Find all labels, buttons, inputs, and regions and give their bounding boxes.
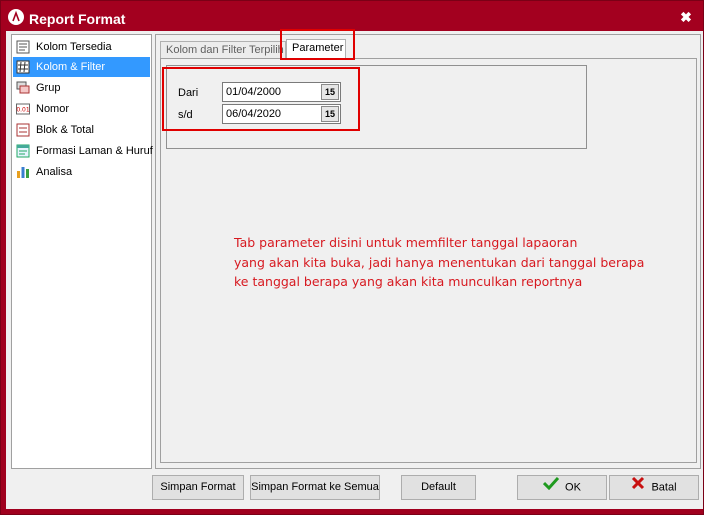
cross-icon bbox=[631, 476, 645, 499]
sidebar-item-formasi-laman[interactable]: Formasi Laman & Huruf bbox=[13, 141, 153, 161]
annotation-note: Tab parameter disini untuk memfilter tan… bbox=[234, 233, 674, 292]
ok-button[interactable]: OK bbox=[517, 475, 607, 500]
title-bar[interactable]: Report Format ✖ bbox=[1, 1, 703, 31]
sidebar-item-label: Formasi Laman & Huruf bbox=[36, 145, 153, 157]
save-format-button[interactable]: Simpan Format bbox=[152, 475, 244, 500]
sidebar-item-label: Grup bbox=[36, 82, 61, 94]
sidebar-item-kolom-filter[interactable]: Kolom & Filter bbox=[13, 57, 150, 77]
number-icon: 0.01 bbox=[16, 102, 30, 116]
svg-text:0.01: 0.01 bbox=[16, 107, 30, 114]
group-icon bbox=[16, 81, 30, 95]
sidebar-item-grup[interactable]: Grup bbox=[13, 78, 150, 98]
close-icon[interactable]: ✖ bbox=[677, 8, 695, 26]
ok-label: OK bbox=[565, 481, 581, 494]
sidebar: Kolom Tersedia Kolom & Filter Grup 0.01 … bbox=[11, 34, 153, 469]
sidebar-item-label: Kolom & Filter bbox=[36, 61, 106, 73]
cancel-label: Batal bbox=[651, 481, 677, 494]
sidebar-item-nomor[interactable]: 0.01 Nomor bbox=[13, 99, 150, 119]
block-total-icon bbox=[16, 123, 30, 137]
app-logo-icon bbox=[8, 9, 24, 25]
sidebar-item-label: Nomor bbox=[36, 103, 70, 115]
default-button[interactable]: Default bbox=[401, 475, 476, 500]
save-format-all-button[interactable]: Simpan Format ke Semua bbox=[250, 475, 380, 500]
annotation-line: ke tanggal berapa yang akan kita munculk… bbox=[234, 274, 583, 289]
date-range-highlight bbox=[162, 67, 360, 131]
checkmark-icon bbox=[542, 476, 560, 499]
sidebar-item-blok-total[interactable]: Blok & Total bbox=[13, 120, 150, 140]
sidebar-item-kolom-tersedia[interactable]: Kolom Tersedia bbox=[13, 37, 150, 57]
sidebar-item-label: Analisa bbox=[36, 166, 73, 178]
sidebar-item-label: Kolom Tersedia bbox=[36, 41, 112, 53]
page-format-icon bbox=[16, 144, 30, 158]
cancel-button[interactable]: Batal bbox=[609, 475, 699, 500]
window-title: Report Format bbox=[29, 11, 126, 27]
tab-kolom-filter-terpilih[interactable]: Kolom dan Filter Terpilih bbox=[160, 41, 286, 59]
parameter-tab-highlight bbox=[280, 29, 355, 60]
sidebar-item-label: Blok & Total bbox=[36, 124, 94, 136]
grid-filter-icon bbox=[16, 60, 30, 74]
bar-chart-icon bbox=[16, 165, 30, 179]
list-icon bbox=[16, 40, 30, 54]
annotation-line: Tab parameter disini untuk memfilter tan… bbox=[234, 235, 578, 250]
sidebar-item-analisa[interactable]: Analisa bbox=[13, 162, 150, 182]
annotation-line: yang akan kita buka, jadi hanya menentuk… bbox=[234, 254, 645, 270]
